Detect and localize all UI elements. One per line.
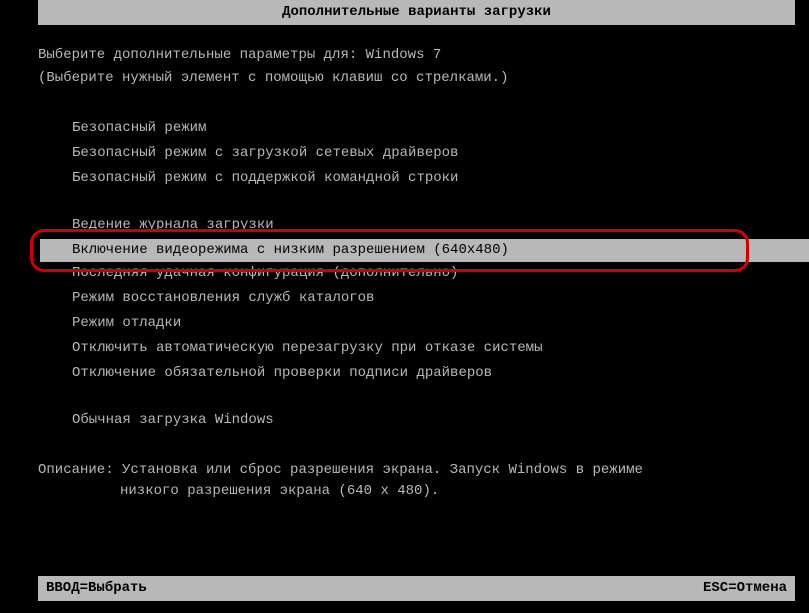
boot-options-screen: Дополнительные варианты загрузки Выберит…: [0, 0, 809, 613]
description-text-2: низкого разрешения экрана (640 x 480).: [120, 481, 771, 502]
boot-options-list: Безопасный режим Безопасный режим с загр…: [68, 117, 771, 432]
option-low-res-video[interactable]: Включение видеорежима с низким разрешени…: [40, 239, 809, 262]
option-safe-mode-cmd[interactable]: Безопасный режим с поддержкой командной …: [68, 167, 771, 190]
option-ds-restore[interactable]: Режим восстановления служб каталогов: [68, 287, 771, 310]
option-disable-auto-restart[interactable]: Отключить автоматическую перезагрузку пр…: [68, 337, 771, 360]
description-label: Описание:: [38, 462, 122, 478]
option-safe-mode-networking[interactable]: Безопасный режим с загрузкой сетевых дра…: [68, 142, 771, 165]
selected-option-wrapper: Включение видеорежима с низким разрешени…: [40, 239, 809, 262]
option-debug-mode[interactable]: Режим отладки: [68, 312, 771, 335]
footer-bar: ВВОД=Выбрать ESC=Отмена: [38, 576, 795, 601]
footer-esc-hint: ESC=Отмена: [703, 578, 787, 599]
footer-enter-hint: ВВОД=Выбрать: [46, 578, 147, 599]
description-text-1: Установка или сброс разрешения экрана. З…: [122, 462, 643, 478]
os-name: Windows 7: [366, 47, 442, 63]
content-area: Выберите дополнительные параметры для: W…: [0, 25, 809, 502]
header-prefix: Выберите дополнительные параметры для:: [38, 47, 366, 63]
option-safe-mode[interactable]: Безопасный режим: [68, 117, 771, 140]
header-line-2: (Выберите нужный элемент с помощью клави…: [38, 68, 771, 89]
option-disable-driver-sig[interactable]: Отключение обязательной проверки подписи…: [68, 362, 771, 385]
description-block: Описание: Установка или сброс разрешения…: [38, 460, 771, 502]
header-line-1: Выберите дополнительные параметры для: W…: [38, 45, 771, 66]
option-last-known-good[interactable]: Последняя удачная конфигурация (дополнит…: [40, 262, 771, 285]
title-text: Дополнительные варианты загрузки: [282, 4, 551, 20]
option-normal-boot[interactable]: Обычная загрузка Windows: [68, 409, 771, 432]
title-bar: Дополнительные варианты загрузки: [38, 0, 795, 25]
option-boot-logging[interactable]: Ведение журнала загрузки: [40, 214, 771, 237]
